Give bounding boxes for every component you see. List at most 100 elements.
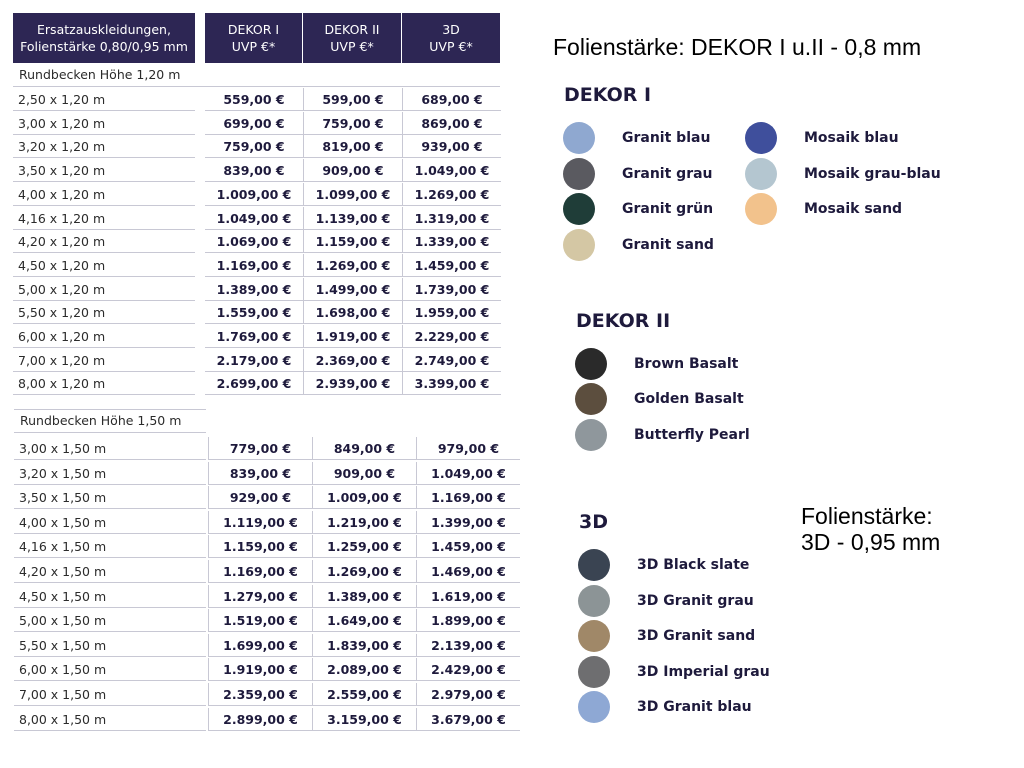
price-dekor2-cell: 1.259,00 € [312, 535, 416, 559]
price-dekor2-cell: 1.919,00 € [303, 325, 402, 348]
swatch-label: Granit blau [622, 130, 711, 146]
price-dekor1-cell: 759,00 € [205, 135, 303, 159]
color-swatch-icon [578, 656, 610, 688]
price-dekor2-cell: 909,00 € [312, 461, 416, 485]
price-dekor1-cell: 839,00 € [205, 159, 303, 183]
swatch-item: 3D Black slate [578, 549, 749, 581]
price-dekor1-cell: 929,00 € [208, 486, 312, 510]
swatch-label: Granit grün [622, 201, 714, 217]
price-dekor2-cell: 849,00 € [312, 437, 416, 460]
color-swatch-icon [563, 193, 595, 225]
swatch-item: Granit grün [563, 193, 713, 225]
price-dekor1-cell: 1.519,00 € [208, 609, 312, 633]
swatch-label: 3D Granit blau [637, 699, 752, 715]
size-cell: 4,16 x 1,50 m [14, 535, 206, 559]
swatch-item: Butterfly Pearl [575, 419, 750, 451]
header-dekor2-line1: DEKOR II [324, 22, 380, 37]
size-cell: 3,20 x 1,20 m [13, 135, 195, 159]
header-3d-column: 3D UVP €* [402, 13, 500, 63]
swatch-label: Mosaik sand [804, 201, 903, 217]
color-swatch-icon [575, 419, 607, 451]
price-3d-cell: 1.399,00 € [416, 510, 520, 534]
price-3d-cell: 2.979,00 € [416, 683, 520, 706]
swatch-label: Granit sand [622, 237, 714, 253]
price-3d-cell: 1.459,00 € [402, 253, 501, 277]
price-3d-cell: 1.269,00 € [402, 182, 501, 206]
price-3d-cell: 3.399,00 € [402, 372, 501, 396]
swatch-item: 3D Granit sand [578, 620, 755, 652]
price-dekor2-cell: 1.389,00 € [312, 584, 416, 608]
size-cell: 5,00 x 1,20 m [13, 278, 195, 301]
price-dekor2-cell: 2.559,00 € [312, 683, 416, 706]
size-cell: 8,00 x 1,20 m [13, 372, 195, 396]
color-swatch-icon [578, 691, 610, 723]
swatch-item: Golden Basalt [575, 383, 744, 415]
size-cell: 7,00 x 1,50 m [14, 683, 206, 706]
header-3d-line2: UVP €* [429, 39, 473, 54]
price-3d-cell: 1.459,00 € [416, 535, 520, 559]
size-cell: 3,50 x 1,50 m [14, 486, 206, 510]
dekor1-title: DEKOR I [564, 84, 652, 106]
price-3d-cell: 1.739,00 € [402, 277, 501, 301]
price-dekor2-cell: 2.369,00 € [303, 348, 402, 372]
price-3d-cell: 1.049,00 € [402, 159, 501, 183]
price-dekor1-cell: 2.359,00 € [208, 683, 312, 706]
section-title-height-150: Rundbecken Höhe 1,50 m [14, 409, 206, 433]
price-3d-cell: 1.899,00 € [416, 609, 520, 633]
swatch-item: Mosaik grau-blau [745, 158, 941, 190]
size-cell: 4,50 x 1,20 m [13, 254, 195, 277]
swatch-item: 3D Granit blau [578, 691, 752, 723]
size-cell: 3,00 x 1,20 m [13, 112, 195, 135]
price-3d-cell: 2.749,00 € [402, 348, 501, 372]
price-dekor1-cell: 1.699,00 € [208, 633, 312, 657]
size-cell: 5,50 x 1,20 m [13, 301, 195, 325]
swatch-label: 3D Granit sand [637, 628, 756, 644]
price-3d-cell: 1.169,00 € [416, 486, 520, 510]
swatch-item: Brown Basalt [575, 348, 738, 380]
price-3d-cell: 689,00 € [402, 88, 501, 111]
color-swatch-icon [745, 193, 777, 225]
price-dekor1-cell: 1.119,00 € [208, 510, 312, 534]
price-dekor1-cell: 1.069,00 € [205, 230, 303, 254]
price-3d-cell: 979,00 € [416, 437, 520, 460]
color-swatch-icon [578, 620, 610, 652]
price-dekor2-cell: 909,00 € [303, 159, 402, 183]
price-3d-cell: 1.049,00 € [416, 461, 520, 485]
size-cell: 5,50 x 1,50 m [14, 634, 206, 657]
price-dekor2-cell: 1.009,00 € [312, 486, 416, 510]
price-dekor2-cell: 1.099,00 € [303, 182, 402, 206]
section-title-height-120: Rundbecken Höhe 1,20 m [13, 64, 500, 87]
swatch-label: Butterfly Pearl [634, 427, 750, 443]
price-3d-cell: 2.429,00 € [416, 658, 520, 682]
header-3d-line1: 3D [442, 22, 460, 37]
price-dekor2-cell: 2.089,00 € [312, 658, 416, 682]
price-dekor1-cell: 1.169,00 € [205, 254, 303, 277]
price-dekor2-cell: 1.839,00 € [312, 633, 416, 657]
size-cell: 4,20 x 1,20 m [13, 230, 195, 254]
header-dekor1-line1: DEKOR I [227, 22, 280, 37]
price-dekor2-cell: 1.499,00 € [303, 277, 402, 301]
price-dekor1-cell: 1.169,00 € [208, 560, 312, 583]
thickness-note-3d: Folienstärke: 3D - 0,95 mm [801, 503, 941, 555]
color-swatch-icon [563, 229, 595, 261]
color-swatch-icon [575, 348, 607, 380]
price-3d-cell: 2.229,00 € [402, 325, 501, 348]
header-size-column: Ersatzauskleidungen, Folienstärke 0,80/0… [13, 13, 195, 63]
price-dekor2-cell: 1.219,00 € [312, 510, 416, 534]
swatch-item: Mosaik blau [745, 122, 899, 154]
swatch-item: 3D Imperial grau [578, 656, 770, 688]
price-dekor1-cell: 1.279,00 € [208, 584, 312, 608]
swatch-item: 3D Granit grau [578, 585, 754, 617]
price-3d-cell: 2.139,00 € [416, 633, 520, 657]
price-dekor2-cell: 1.649,00 € [312, 609, 416, 633]
price-dekor2-cell: 819,00 € [303, 135, 402, 159]
header-dekor1-column: DEKOR I UVP €* [205, 13, 302, 63]
size-cell: 6,00 x 1,20 m [13, 325, 195, 348]
header-size-line1: Ersatzauskleidungen, [37, 22, 171, 37]
price-dekor2-cell: 1.139,00 € [303, 206, 402, 230]
price-3d-cell: 3.679,00 € [416, 707, 520, 731]
size-cell: 4,16 x 1,20 m [13, 207, 195, 230]
price-3d-cell: 1.619,00 € [416, 584, 520, 608]
size-cell: 4,50 x 1,50 m [14, 585, 206, 608]
price-3d-cell: 1.959,00 € [402, 301, 501, 325]
